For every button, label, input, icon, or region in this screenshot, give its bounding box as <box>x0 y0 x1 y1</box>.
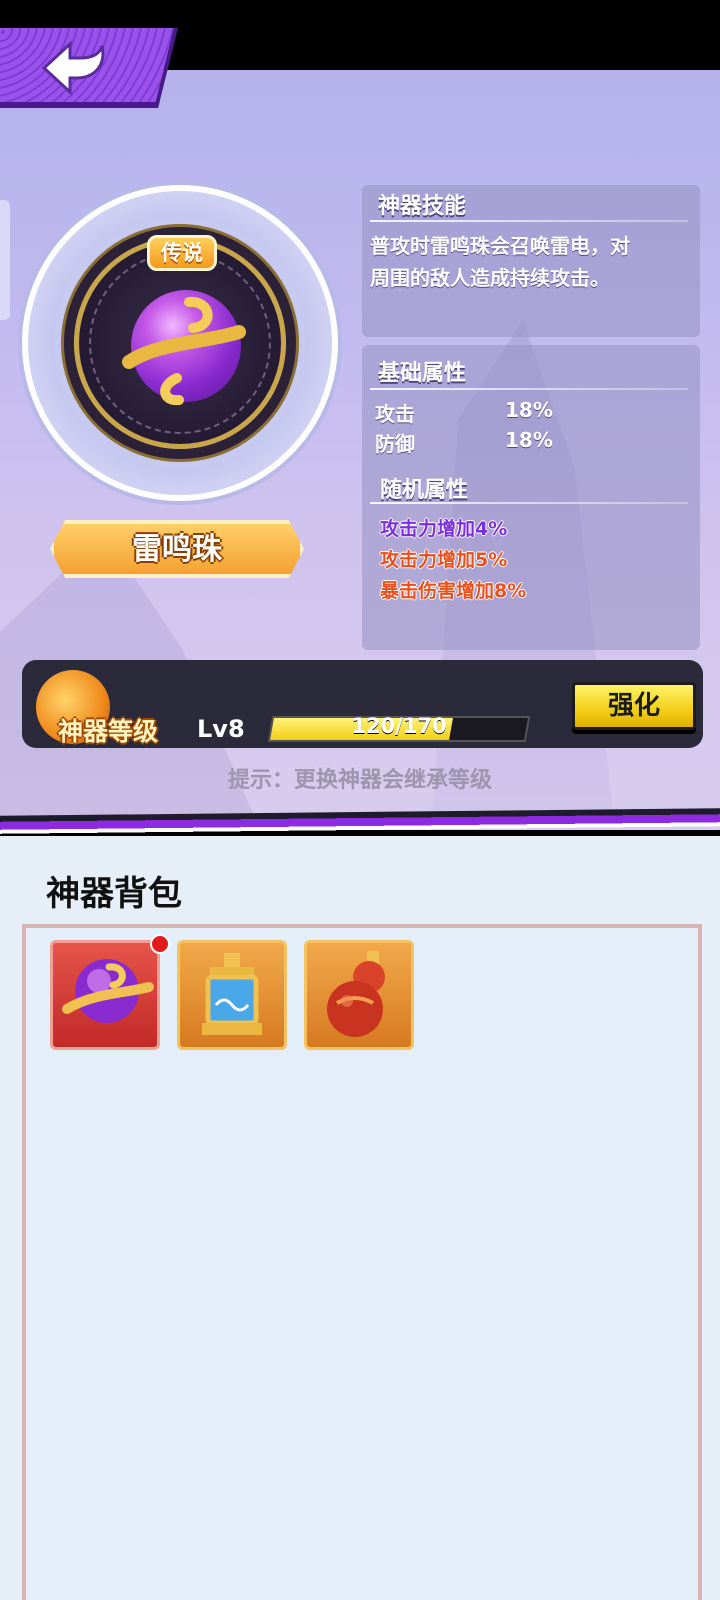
new-item-indicator <box>150 934 170 954</box>
back-arrow-icon[interactable] <box>40 38 112 96</box>
random-attribute-2: 攻击力增加5% <box>380 549 508 571</box>
exp-progress-text: 120/170 <box>351 714 447 738</box>
bag-item-thunder-orb[interactable] <box>50 940 160 1050</box>
random-attribute-1: 攻击力增加4% <box>380 518 508 540</box>
skill-panel-title: 神器技能 <box>378 194 467 219</box>
base-attributes-rule <box>370 388 688 390</box>
rarity-badge: 传说 <box>147 235 217 271</box>
random-attribute-3: 暴击伤害增加8% <box>380 580 527 602</box>
skill-description: 普攻时雷鸣珠会召唤雷电，对 周围的敌人造成持续攻击。 <box>370 230 685 294</box>
artifact-level-value: Lv8 <box>197 715 245 743</box>
seal-lantern-icon <box>202 953 262 1035</box>
skill-description-line-1: 普攻时雷鸣珠会召唤雷电，对 <box>370 234 630 258</box>
stat-value-attack: 18% <box>505 398 553 422</box>
enhance-button[interactable]: 强化 <box>572 682 696 730</box>
stat-value-defense: 18% <box>505 428 553 452</box>
skill-title-rule <box>370 220 688 222</box>
golden-ribbon-icon <box>122 296 246 406</box>
side-tab-handle[interactable] <box>0 200 10 320</box>
hint-text: 提示：更换神器会继承等级 <box>227 768 492 793</box>
stat-label-attack: 攻击 <box>375 402 415 426</box>
random-attributes-title: 随机属性 <box>380 478 469 503</box>
bag-item-gourd[interactable] <box>304 940 414 1050</box>
artifact-display-frame <box>22 185 338 501</box>
random-attributes-rule <box>370 502 688 504</box>
skill-description-line-2: 周围的敌人造成持续攻击。 <box>370 266 610 290</box>
base-attributes-title: 基础属性 <box>378 361 467 386</box>
artifact-name: 雷鸣珠 <box>132 532 222 567</box>
gourd-icon <box>327 951 385 1037</box>
bag-title: 神器背包 <box>46 874 182 914</box>
artifact-level-label: 神器等级 <box>58 717 159 746</box>
thunder-orb-icon <box>62 959 154 1023</box>
bag-item-seal-lantern[interactable] <box>177 940 287 1050</box>
stat-label-defense: 防御 <box>375 432 415 456</box>
